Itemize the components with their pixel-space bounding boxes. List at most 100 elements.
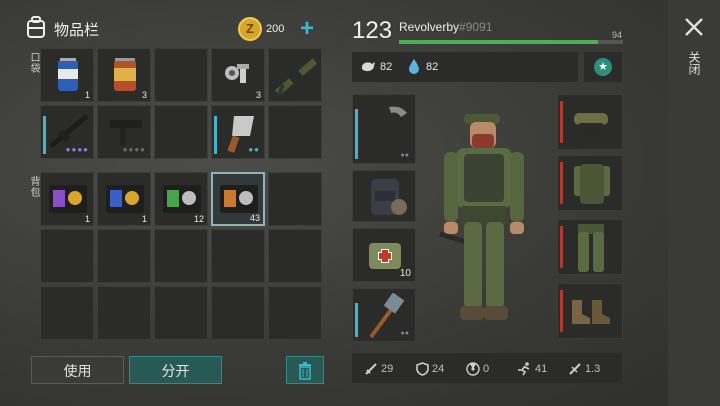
equip-slot-backpack[interactable] bbox=[352, 170, 416, 222]
soda-can-icon bbox=[58, 58, 78, 91]
pocket-cell-grenade-launcher[interactable] bbox=[268, 48, 322, 102]
use-button[interactable]: 使用 bbox=[31, 356, 124, 384]
armor-slot-head[interactable] bbox=[557, 94, 623, 150]
thirst-value: 82 bbox=[426, 61, 439, 73]
stat-speed-value: 41 bbox=[535, 363, 548, 375]
pocket-cell-soda[interactable]: 1 bbox=[40, 48, 94, 102]
vest-icon bbox=[574, 164, 610, 204]
durability-bar bbox=[560, 162, 563, 204]
stat-speed: 41 bbox=[516, 362, 547, 376]
boots-icon bbox=[572, 300, 610, 324]
police-badge-icon bbox=[220, 185, 258, 213]
backpack-cell-empty[interactable] bbox=[154, 229, 208, 283]
backpack-label: 背包 bbox=[28, 176, 39, 198]
backpack-cell-empty[interactable] bbox=[268, 172, 322, 226]
close-icon bbox=[685, 18, 703, 36]
durability-bar bbox=[560, 290, 563, 332]
shield-icon bbox=[416, 362, 429, 376]
mod-slots: ●●●● bbox=[122, 145, 146, 154]
backpack-cell-empty[interactable] bbox=[211, 229, 265, 283]
backpack-cell-empty[interactable] bbox=[268, 229, 322, 283]
tactical-backpack-icon bbox=[371, 179, 407, 215]
inventory-title: 物品栏 bbox=[54, 22, 100, 39]
pocket-cell-uzi[interactable]: ●●●● bbox=[97, 105, 151, 159]
favorite-button[interactable]: ★ bbox=[584, 52, 622, 82]
armor-slot-body[interactable] bbox=[557, 155, 623, 211]
nuts-bolts-icon bbox=[225, 64, 249, 83]
coin-count: 200 bbox=[266, 23, 285, 35]
durability-bar bbox=[355, 303, 358, 337]
player-level: 123 bbox=[352, 17, 393, 44]
mod-slots: ●● bbox=[248, 145, 260, 154]
backpack-cell-empty[interactable] bbox=[40, 229, 94, 283]
delete-button[interactable] bbox=[286, 356, 324, 384]
armor-slot-legs[interactable] bbox=[557, 219, 623, 275]
star-icon: ★ bbox=[594, 58, 612, 76]
mod-slots: ●● bbox=[400, 330, 409, 337]
stat-defense: 24 bbox=[416, 362, 444, 376]
backpack-cell-empty[interactable] bbox=[268, 286, 322, 340]
pocket-cell-cleaver[interactable]: ●● bbox=[211, 105, 265, 159]
backpack-cell-empty[interactable] bbox=[211, 286, 265, 340]
equip-slot-medkit[interactable]: 10 bbox=[352, 228, 416, 282]
backpack-cell-badge-blue[interactable]: 1 bbox=[97, 172, 151, 226]
pocket-cell-assault-rifle[interactable]: ●●●● bbox=[40, 105, 94, 159]
grenade-launcher-icon bbox=[274, 58, 318, 96]
police-badge-icon bbox=[49, 185, 87, 213]
police-badge-icon bbox=[163, 185, 201, 213]
mod-slots: ●●●● bbox=[65, 145, 89, 154]
item-count: 12 bbox=[193, 214, 204, 224]
item-count: 3 bbox=[141, 90, 147, 100]
add-coins-button[interactable]: + bbox=[300, 15, 314, 43]
backpack-cell-empty[interactable] bbox=[97, 286, 151, 340]
pocket-cell-empty[interactable] bbox=[154, 105, 208, 159]
police-badge-icon bbox=[106, 185, 144, 213]
backpack-cell-badge-green[interactable]: 12 bbox=[154, 172, 208, 226]
durability-bar bbox=[43, 116, 46, 154]
durability-bar bbox=[560, 226, 563, 268]
xp-value: 94 bbox=[612, 30, 623, 40]
xp-bar-fill bbox=[399, 40, 599, 44]
durability-bar bbox=[355, 109, 358, 159]
mod-slots: ●● bbox=[400, 152, 409, 159]
pocket-cell-canned-food[interactable]: 3 bbox=[97, 48, 151, 102]
player-name-row: Revolverby#9091 bbox=[399, 20, 492, 34]
medkit-count: 10 bbox=[399, 268, 411, 279]
backpack-cell-empty[interactable] bbox=[97, 229, 151, 283]
stat-radiation: 0 bbox=[466, 362, 489, 376]
player-tag: #9091 bbox=[459, 20, 493, 34]
pockets-label: 口袋 bbox=[28, 52, 39, 74]
equip-slot-pickaxe[interactable]: ●● bbox=[352, 94, 416, 164]
item-count: 3 bbox=[255, 90, 261, 100]
weight-icon bbox=[569, 363, 581, 375]
item-count: 43 bbox=[249, 213, 260, 223]
split-button[interactable]: 分开 bbox=[129, 356, 222, 384]
backpack-cell-badge-orange[interactable]: 43 bbox=[211, 172, 265, 226]
player-name: Revolverby bbox=[399, 20, 460, 34]
stat-defense-value: 24 bbox=[432, 363, 445, 375]
xp-bar-track bbox=[399, 40, 623, 44]
backpack-icon bbox=[26, 16, 46, 38]
pickaxe-icon bbox=[369, 106, 407, 155]
close-button[interactable]: 关闭 bbox=[680, 16, 708, 86]
durability-bar bbox=[560, 101, 563, 143]
pocket-cell-empty[interactable] bbox=[154, 48, 208, 102]
backpack-cell-empty[interactable] bbox=[154, 286, 208, 340]
backpack-cell-badge-purple[interactable]: 1 bbox=[40, 172, 94, 226]
pocket-cell-empty[interactable] bbox=[268, 105, 322, 159]
stat-radiation-value: 0 bbox=[483, 363, 490, 375]
stat-attack-value: 29 bbox=[381, 363, 394, 375]
helmet-goggles-icon bbox=[574, 113, 608, 131]
hunger-icon bbox=[360, 60, 376, 79]
thirst-icon bbox=[408, 58, 420, 79]
durability-bar bbox=[214, 116, 217, 154]
stat-attack: 29 bbox=[364, 362, 393, 376]
equip-slot-hammer[interactable]: ●● bbox=[352, 288, 416, 342]
backpack-cell-empty[interactable] bbox=[40, 286, 94, 340]
item-count: 1 bbox=[84, 214, 90, 224]
pants-icon bbox=[578, 224, 604, 272]
armor-slot-feet[interactable] bbox=[557, 283, 623, 339]
pocket-cell-nuts-bolts[interactable]: 3 bbox=[211, 48, 265, 102]
stat-weight-value: 1.3 bbox=[585, 363, 601, 375]
canned-food-icon bbox=[114, 58, 136, 91]
